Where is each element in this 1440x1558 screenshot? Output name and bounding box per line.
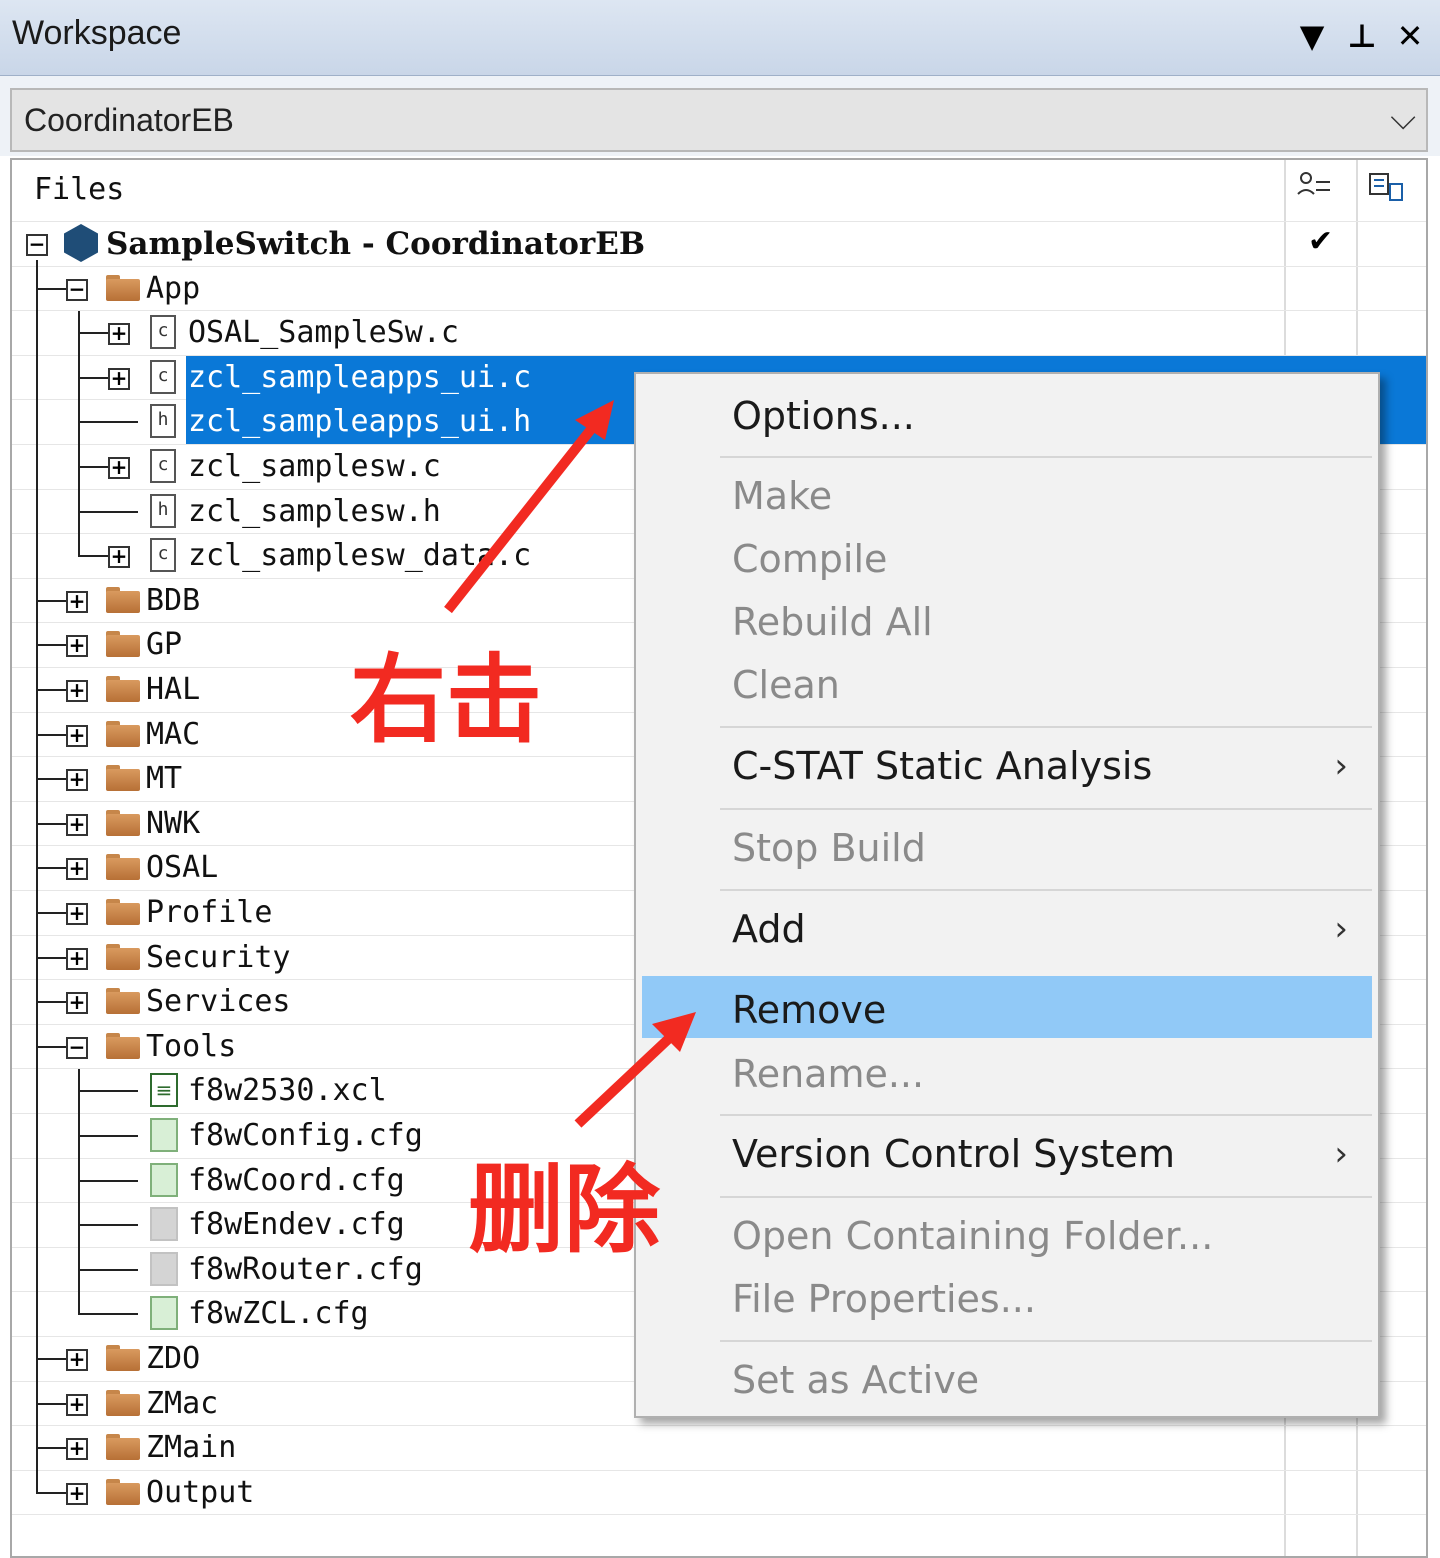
arrow-head: [575, 400, 614, 440]
delete-annotation: 删除: [468, 1154, 660, 1266]
right-click-annotation: 右击: [350, 644, 542, 756]
annotation-arrows: [444, 400, 696, 1128]
